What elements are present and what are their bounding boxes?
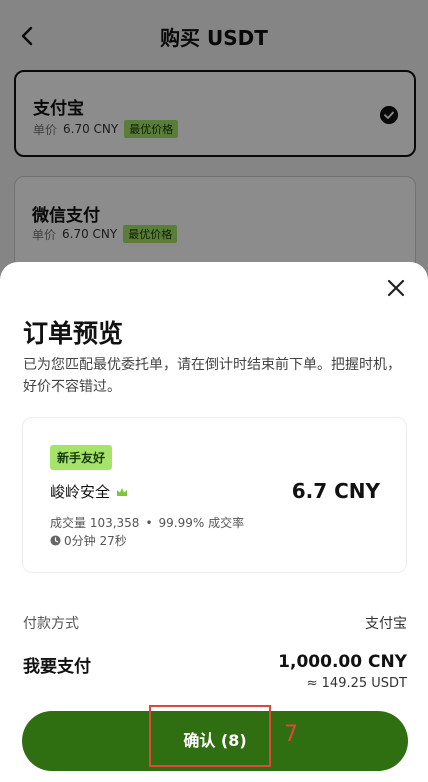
sheet-title: 订单预览	[23, 319, 124, 348]
pay-amount-label: 我要支付	[23, 657, 91, 677]
crown-icon	[117, 487, 128, 496]
close-icon[interactable]	[386, 278, 406, 298]
payment-method-label: 付款方式	[23, 616, 79, 632]
pay-amount: 1,000.00 CNY	[278, 652, 407, 672]
payment-method-value: 支付宝	[365, 616, 407, 632]
clock-icon	[50, 535, 61, 546]
offer-price: 6.7 CNY	[291, 479, 380, 503]
merchant-name: 峻岭安全	[50, 483, 111, 501]
countdown-timer: 0分钟 27秒	[64, 534, 127, 548]
merchant-row: 峻岭安全	[50, 481, 128, 502]
trade-volume: 成交量 103,358	[50, 516, 140, 530]
annotation-number: 7	[284, 722, 298, 747]
newbie-friendly-badge: 新手友好	[50, 445, 113, 470]
timer-row: 0分钟 27秒	[50, 532, 127, 549]
pay-approx-usdt: ≈ 149.25 USDT	[306, 676, 407, 691]
offer-card: 新手友好 峻岭安全 6.7 CNY 成交量 103,358 • 99.99% 成…	[22, 417, 407, 573]
confirm-button[interactable]: 确认 (8)	[22, 705, 408, 771]
order-preview-sheet: 订单预览 已为您匹配最优委托单，请在倒计时结束前下单。把握时机，好价不容错过。 …	[0, 262, 428, 782]
stats-row: 成交量 103,358 • 99.99% 成交率	[50, 514, 244, 531]
sheet-description: 已为您匹配最优委托单，请在倒计时结束前下单。把握时机，好价不容错过。	[23, 357, 401, 395]
annotation-highlight-box	[149, 705, 271, 767]
separator: •	[145, 515, 153, 530]
completion-rate: 99.99% 成交率	[158, 516, 245, 530]
